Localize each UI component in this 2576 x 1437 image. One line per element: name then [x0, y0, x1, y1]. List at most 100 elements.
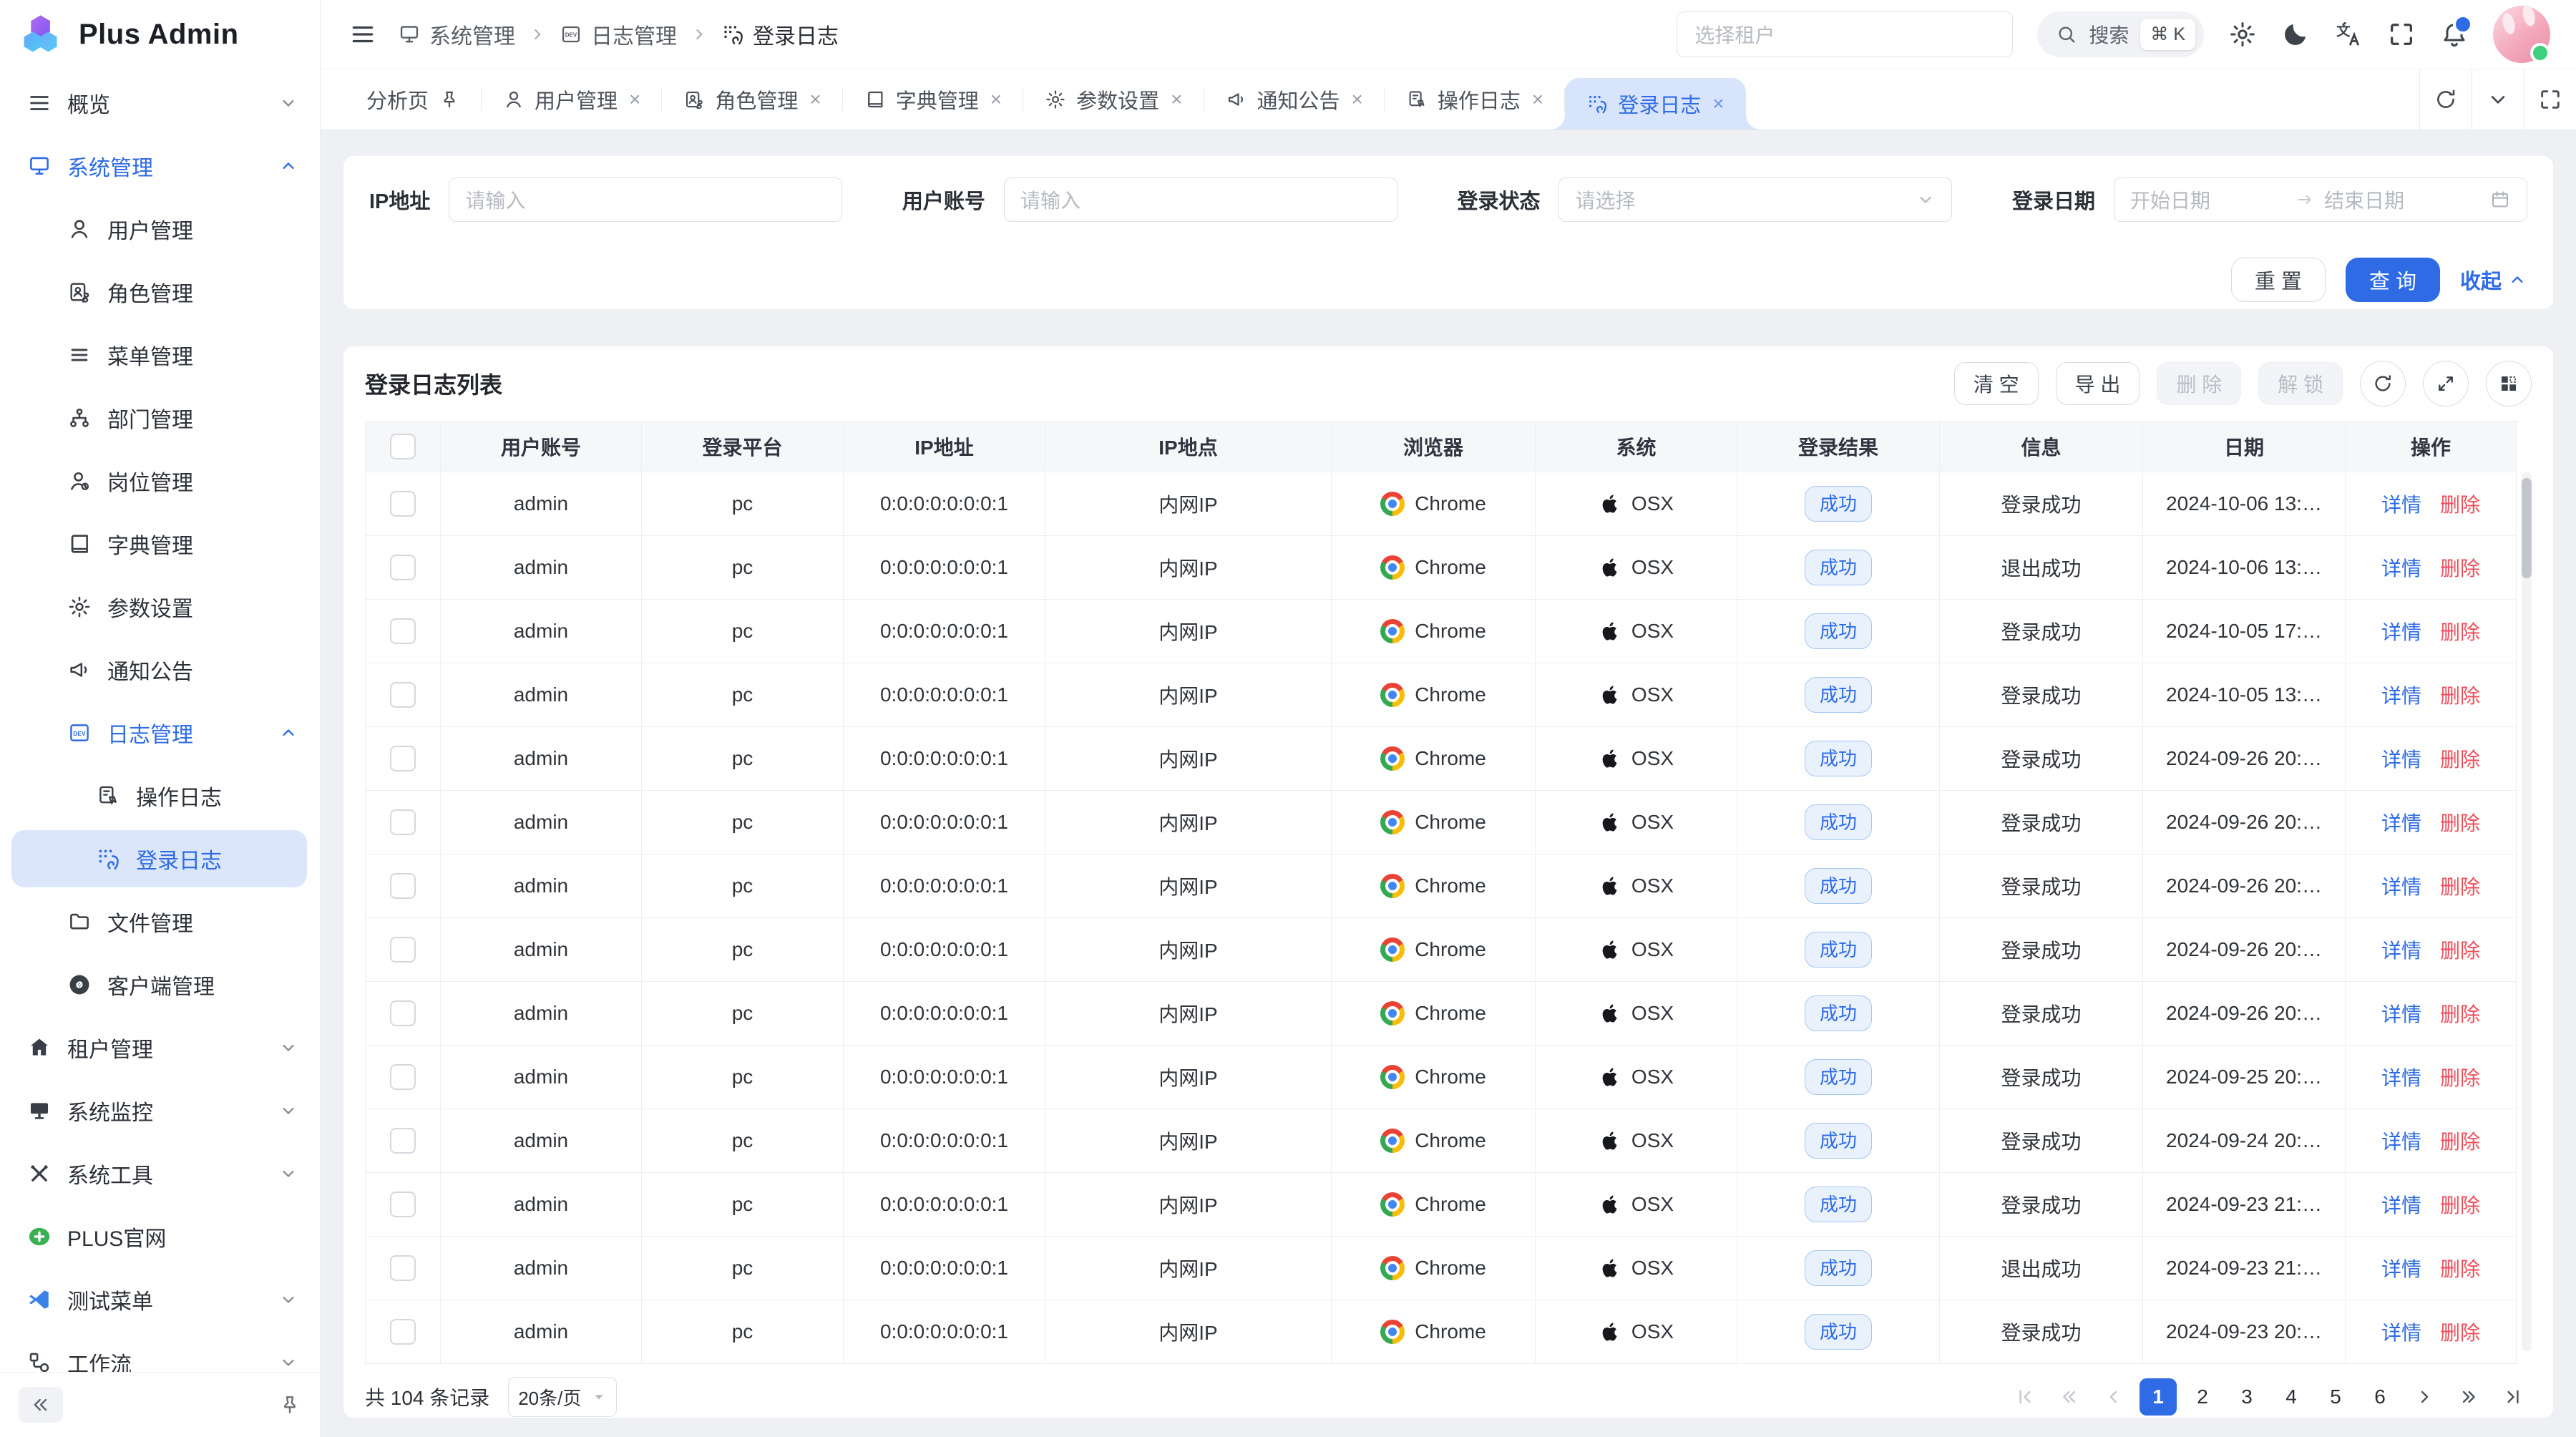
column-settings-button[interactable] [2486, 361, 2532, 406]
refresh-tab-button[interactable] [2419, 69, 2472, 130]
row-checkbox[interactable] [390, 1128, 416, 1154]
delete-link[interactable]: 删除 [2440, 999, 2480, 1028]
sidebar-item-字典管理[interactable]: 字典管理 [0, 512, 320, 575]
notifications-bell-icon[interactable] [2440, 20, 2469, 49]
jump-forward-button[interactable] [2450, 1378, 2487, 1416]
first-page-button[interactable] [2006, 1378, 2044, 1416]
tab-menu-button[interactable] [2472, 69, 2524, 130]
tab-字典管理[interactable]: 字典管理× [843, 69, 1023, 130]
delete-link[interactable]: 删除 [2440, 1317, 2480, 1346]
detail-link[interactable]: 详情 [2381, 1126, 2421, 1155]
tab-参数设置[interactable]: 参数设置× [1023, 69, 1204, 130]
delete-link[interactable]: 删除 [2440, 1254, 2480, 1282]
page-5[interactable]: 5 [2317, 1378, 2354, 1416]
translate-icon[interactable]: 文 [2334, 20, 2363, 49]
maximize-view-button[interactable] [2524, 69, 2576, 130]
detail-link[interactable]: 详情 [2381, 808, 2421, 837]
filter-input-1[interactable]: 请输入 [1004, 177, 1397, 222]
table-scrollbar-thumb[interactable] [2522, 478, 2532, 578]
tab-用户管理[interactable]: 用户管理× [482, 69, 662, 130]
sidebar-item-角色管理[interactable]: 角色管理 [0, 260, 320, 323]
sidebar-item-客户端管理[interactable]: 客户端管理 [0, 953, 320, 1016]
tab-通知公告[interactable]: 通知公告× [1204, 69, 1385, 130]
page-6[interactable]: 6 [2361, 1378, 2399, 1416]
fullscreen-table-button[interactable] [2423, 361, 2469, 406]
detail-link[interactable]: 详情 [2381, 744, 2421, 773]
row-checkbox[interactable] [390, 1255, 416, 1281]
page-4[interactable]: 4 [2273, 1378, 2310, 1416]
tenant-select[interactable]: 选择租户 [1677, 11, 2013, 57]
sidebar-item-概览[interactable]: 概览 [0, 72, 320, 135]
detail-link[interactable]: 详情 [2381, 872, 2421, 900]
detail-link[interactable]: 详情 [2381, 489, 2421, 518]
row-checkbox[interactable] [390, 746, 416, 771]
sidebar-item-登录日志[interactable]: 登录日志 [11, 830, 307, 887]
delete-link[interactable]: 删除 [2440, 553, 2480, 582]
sidebar-collapse-button[interactable] [19, 1387, 63, 1423]
toolbar-button-清空[interactable]: 清 空 [1954, 362, 2039, 405]
delete-link[interactable]: 删除 [2440, 935, 2480, 964]
close-icon[interactable]: × [1352, 89, 1363, 109]
page-2[interactable]: 2 [2184, 1378, 2221, 1416]
detail-link[interactable]: 详情 [2381, 1190, 2421, 1219]
next-page-button[interactable] [2406, 1378, 2443, 1416]
detail-link[interactable]: 详情 [2381, 553, 2421, 582]
user-avatar[interactable] [2493, 6, 2550, 63]
row-checkbox[interactable] [390, 1064, 416, 1090]
detail-link[interactable]: 详情 [2381, 999, 2421, 1028]
toolbar-button-导出[interactable]: 导 出 [2056, 362, 2140, 405]
delete-link[interactable]: 删除 [2440, 1126, 2480, 1155]
sidebar-item-租户管理[interactable]: 租户管理 [0, 1016, 320, 1079]
delete-link[interactable]: 删除 [2440, 1190, 2480, 1219]
close-icon[interactable]: × [809, 89, 821, 109]
breadcrumb-item[interactable]: 登录日志 [721, 19, 839, 50]
row-checkbox[interactable] [390, 682, 416, 708]
tab-分析页[interactable]: 分析页 [345, 69, 482, 130]
detail-link[interactable]: 详情 [2381, 681, 2421, 709]
row-checkbox[interactable] [390, 809, 416, 835]
filter-input-0[interactable]: 请输入 [449, 177, 842, 222]
row-checkbox[interactable] [390, 618, 416, 644]
sidebar-item-工作流[interactable]: 工作流 [0, 1331, 320, 1372]
fullscreen-icon[interactable] [2387, 20, 2416, 49]
filter-daterange[interactable]: 开始日期 结束日期 [2114, 177, 2527, 222]
sidebar-item-测试菜单[interactable]: 测试菜单 [0, 1268, 320, 1331]
tab-登录日志[interactable]: 登录日志× [1565, 78, 1745, 130]
sidebar-item-操作日志[interactable]: 操作日志 [0, 764, 320, 827]
reset-button[interactable]: 重 置 [2231, 258, 2326, 302]
row-checkbox[interactable] [390, 1319, 416, 1345]
global-search[interactable]: 搜索 ⌘ K [2037, 11, 2204, 57]
delete-link[interactable]: 删除 [2440, 872, 2480, 900]
tab-操作日志[interactable]: 操作日志× [1385, 69, 1565, 130]
sidebar-item-用户管理[interactable]: 用户管理 [0, 198, 320, 260]
select-all-checkbox[interactable] [390, 434, 416, 459]
sidebar-item-部门管理[interactable]: 部门管理 [0, 386, 320, 449]
jump-back-button[interactable] [2051, 1378, 2088, 1416]
dark-mode-moon-icon[interactable] [2281, 20, 2310, 49]
sidebar-item-岗位管理[interactable]: 岗位管理 [0, 449, 320, 512]
detail-link[interactable]: 详情 [2381, 1063, 2421, 1091]
sidebar-item-系统工具[interactable]: 系统工具 [0, 1142, 320, 1205]
sidebar-item-系统监控[interactable]: 系统监控 [0, 1079, 320, 1142]
close-icon[interactable]: × [629, 89, 640, 109]
sidebar-item-PLUS官网[interactable]: PLUS官网 [0, 1205, 320, 1268]
tab-角色管理[interactable]: 角色管理× [662, 69, 842, 130]
detail-link[interactable]: 详情 [2381, 935, 2421, 964]
delete-link[interactable]: 删除 [2440, 744, 2480, 773]
row-checkbox[interactable] [390, 555, 416, 580]
refresh-table-button[interactable] [2360, 361, 2406, 406]
close-icon[interactable]: × [1171, 89, 1182, 109]
sidebar-pin-icon[interactable] [278, 1393, 301, 1416]
detail-link[interactable]: 详情 [2381, 617, 2421, 646]
sidebar-item-通知公告[interactable]: 通知公告 [0, 638, 320, 701]
collapse-filters-link[interactable]: 收起 [2460, 265, 2527, 295]
sidebar-item-文件管理[interactable]: 文件管理 [0, 890, 320, 953]
close-icon[interactable]: × [1712, 94, 1724, 114]
sidebar-item-系统管理[interactable]: 系统管理 [0, 135, 320, 198]
delete-link[interactable]: 删除 [2440, 617, 2480, 646]
breadcrumb-item[interactable]: DEV 日志管理 [560, 19, 677, 50]
delete-link[interactable]: 删除 [2440, 808, 2480, 837]
row-checkbox[interactable] [390, 1000, 416, 1026]
prev-page-button[interactable] [2095, 1378, 2132, 1416]
close-icon[interactable]: × [990, 89, 1002, 109]
